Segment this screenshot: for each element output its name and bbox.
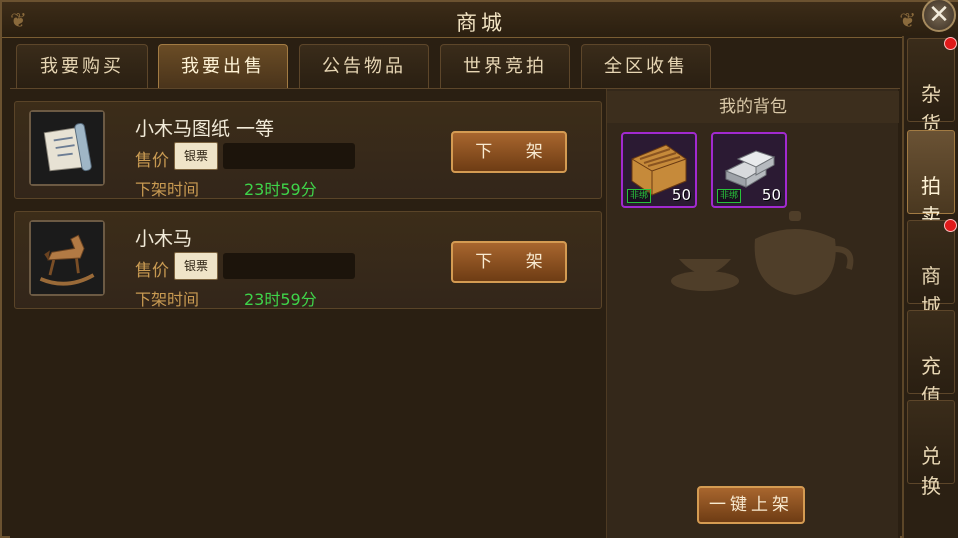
unbound-tag: 非绑 (717, 189, 742, 203)
sidenav-label: 兑 换 (921, 444, 941, 498)
tab-sell[interactable]: 我要出售 (158, 44, 288, 88)
expire-time-value: 23时59分 (244, 180, 317, 199)
main-panel: 小木马图纸 一等 售价 银票 下架时间 23时59分 下 架 小木马 售价 银票… (10, 88, 900, 538)
sidenav-label: 杂 货 (921, 82, 941, 136)
tab-all-server-trade[interactable]: 全区收售 (581, 44, 711, 88)
inventory-panel: 我的背包 非绑 50 非绑 50 一键上架 (606, 89, 899, 538)
currency-silver-note: 银票 (174, 252, 218, 280)
price-label: 售价 (135, 261, 169, 281)
sidenav-item-auction[interactable]: 拍 卖 (907, 130, 955, 228)
title-bar: ❦ 商城 ❦ (2, 2, 958, 38)
tab-world-auction[interactable]: 世界竞拍 (440, 44, 570, 88)
sidenav-item-recharge[interactable]: 充 值 (907, 310, 955, 408)
sidenav-item-exchange[interactable]: 兑 换 (907, 400, 955, 498)
scroll-blueprint-icon[interactable] (29, 110, 105, 186)
expire-time-label: 下架时间 (135, 290, 200, 309)
tab-buy[interactable]: 我要购买 (16, 44, 148, 88)
side-nav: 杂 货 拍 卖 商 城 充 值 兑 换 (902, 36, 958, 538)
currency-silver-note: 银票 (174, 142, 218, 170)
ornament-right-icon: ❦ (899, 8, 916, 32)
unbound-tag: 非绑 (627, 189, 652, 203)
listing-row: 小木马 售价 银票 下架时间 23时59分 下 架 (14, 211, 602, 309)
tab-announced-items[interactable]: 公告物品 (299, 44, 429, 88)
delist-button[interactable]: 下 架 (451, 131, 567, 173)
price-value-field (223, 253, 355, 279)
expire-time-value: 23时59分 (244, 290, 317, 309)
inventory-title: 我的背包 (607, 91, 899, 123)
shop-window: ❦ 商城 ❦ ✕ 我要购买 我要出售 公告物品 世界竞拍 全区收售 小木马图纸 … (0, 0, 958, 538)
item-count: 50 (761, 186, 781, 204)
sidenav-item-shop[interactable]: 商 城 (907, 219, 957, 318)
price-label: 售价 (135, 151, 169, 171)
item-name: 小木马图纸 一等 (135, 118, 275, 140)
price-value-field (223, 143, 355, 169)
inventory-slot[interactable]: 非绑 50 (711, 132, 787, 208)
one-click-list-button[interactable]: 一键上架 (697, 486, 805, 524)
teapot-watermark-icon (671, 211, 854, 295)
sidenav-item-general-goods[interactable]: 杂 货 (907, 37, 957, 136)
inventory-slot[interactable]: 非绑 50 (621, 132, 697, 208)
rocking-horse-icon[interactable] (29, 220, 105, 296)
window-title: 商城 (456, 11, 506, 35)
listing-row: 小木马图纸 一等 售价 银票 下架时间 23时59分 下 架 (14, 101, 602, 199)
item-count: 50 (671, 186, 691, 204)
notification-dot (944, 37, 957, 50)
close-icon: ✕ (928, 0, 950, 30)
notification-dot (944, 219, 957, 232)
item-name: 小木马 (135, 228, 193, 250)
expire-time-label: 下架时间 (135, 180, 200, 199)
delist-button[interactable]: 下 架 (451, 241, 567, 283)
